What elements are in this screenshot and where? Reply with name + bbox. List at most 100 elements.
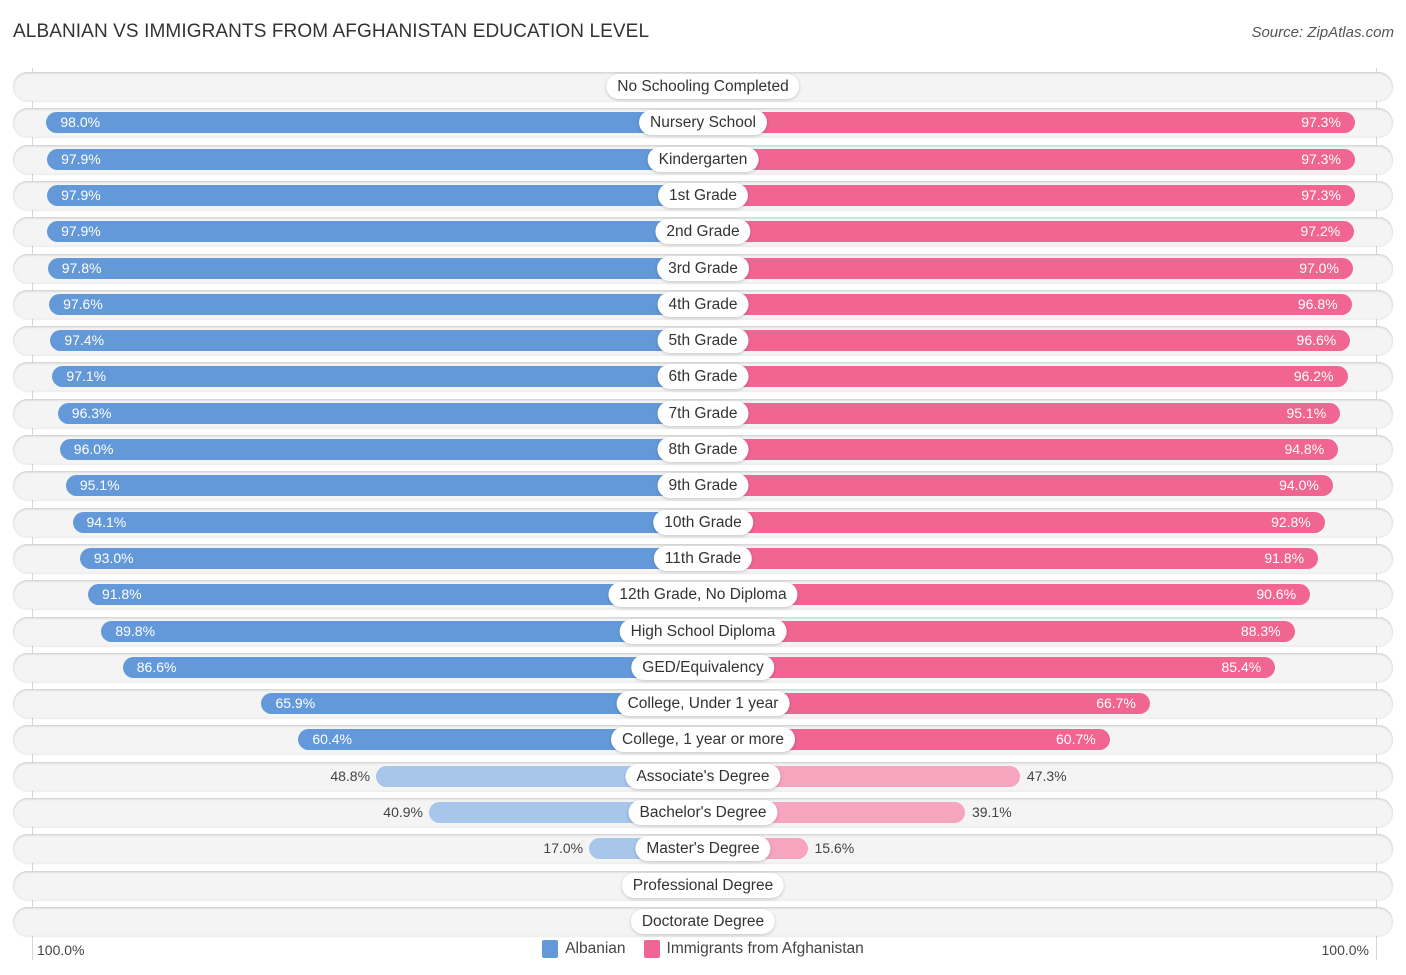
value-label-albanian: 97.9% — [61, 186, 101, 203]
value-label-afghanistan: 97.3% — [1301, 186, 1341, 203]
bar-afghanistan[interactable] — [703, 366, 1348, 388]
bar-afghanistan[interactable] — [703, 475, 1333, 497]
value-label-afghanistan: 60.7% — [1056, 731, 1096, 748]
bar-albanian[interactable] — [65, 475, 703, 497]
bar-afghanistan[interactable] — [703, 184, 1355, 206]
bar-albanian[interactable] — [49, 293, 703, 315]
bar-albanian[interactable] — [59, 439, 703, 460]
bar-afghanistan[interactable] — [703, 439, 1339, 460]
category-label: GED/Equivalency — [631, 654, 775, 680]
category-label: 8th Grade — [657, 437, 749, 462]
value-label-albanian: 96.3% — [71, 404, 112, 421]
bar-afghanistan[interactable] — [703, 257, 1353, 279]
value-label-albanian: 97.6% — [63, 295, 103, 312]
value-label-albanian: 65.9% — [275, 695, 316, 712]
value-label-afghanistan: 97.2% — [1300, 223, 1341, 240]
category-label: 1st Grade — [657, 182, 749, 208]
bar-afghanistan[interactable] — [703, 148, 1355, 170]
value-label-albanian: 93.0% — [93, 549, 134, 566]
value-label-afghanistan: 94.0% — [1279, 477, 1319, 494]
value-label-albanian: 48.8% — [330, 767, 371, 784]
value-label-albanian: 95.1% — [79, 477, 120, 494]
bar-albanian[interactable] — [72, 511, 703, 533]
value-label-albanian: 60.4% — [312, 731, 353, 748]
value-label-albanian: 97.9% — [61, 223, 101, 240]
category-label: College, 1 year or more — [611, 727, 795, 753]
category-label: Professional Degree — [621, 872, 785, 898]
category-label: 3rd Grade — [657, 255, 749, 281]
value-label-albanian: 97.4% — [64, 332, 105, 349]
category-label: 11th Grade — [653, 545, 753, 571]
legend-swatch-afghanistan — [643, 940, 660, 958]
bar-albanian[interactable] — [47, 184, 703, 206]
category-label: 9th Grade — [657, 473, 749, 499]
bar-albanian[interactable] — [79, 547, 703, 569]
bar-albanian[interactable] — [50, 330, 703, 352]
value-label-albanian: 17.0% — [543, 840, 584, 857]
category-label: Doctorate Degree — [630, 908, 776, 934]
value-label-albanian: 40.9% — [383, 804, 423, 820]
bar-albanian[interactable] — [101, 620, 703, 642]
legend-swatch-albanian — [542, 940, 559, 958]
value-label-afghanistan: 39.1% — [971, 804, 1012, 820]
value-label-afghanistan: 94.8% — [1284, 441, 1325, 457]
legend-item-albanian[interactable]: Albanian — [542, 940, 626, 958]
value-label-afghanistan: 97.3% — [1301, 114, 1341, 131]
value-label-albanian: 91.8% — [101, 586, 142, 603]
bar-albanian[interactable] — [47, 257, 703, 279]
bar-albanian[interactable] — [47, 148, 703, 170]
category-label: Master's Degree — [635, 836, 771, 862]
value-label-albanian: 86.6% — [136, 658, 177, 675]
value-label-afghanistan: 90.6% — [1256, 586, 1297, 603]
bar-albanian[interactable] — [52, 366, 703, 388]
category-label: No Schooling Completed — [606, 74, 800, 99]
category-label: Associate's Degree — [625, 763, 781, 789]
value-label-afghanistan: 92.8% — [1271, 513, 1311, 530]
value-label-albanian: 97.1% — [66, 368, 107, 385]
category-label: 4th Grade — [657, 291, 749, 317]
bar-albanian[interactable] — [122, 656, 703, 678]
bar-afghanistan[interactable] — [703, 402, 1341, 424]
legend-label-afghanistan: Immigrants from Afghanistan — [666, 940, 864, 957]
bar-albanian[interactable] — [57, 402, 703, 424]
value-label-afghanistan: 85.4% — [1221, 658, 1262, 675]
category-label: College, Under 1 year — [616, 691, 790, 717]
bar-albanian[interactable] — [46, 112, 703, 134]
chart-area: 2.1%2.7%No Schooling Completed98.0%97.3%… — [0, 0, 1406, 975]
category-label: Kindergarten — [647, 146, 759, 172]
value-label-afghanistan: 47.3% — [1026, 767, 1067, 784]
value-label-albanian: 98.0% — [60, 114, 101, 131]
value-label-albanian: 97.8% — [61, 259, 102, 276]
bar-afghanistan[interactable] — [703, 511, 1325, 533]
legend-item-afghanistan[interactable]: Immigrants from Afghanistan — [643, 940, 864, 958]
value-label-afghanistan: 97.3% — [1301, 150, 1341, 167]
value-label-albanian: 89.8% — [115, 622, 156, 639]
value-label-afghanistan: 96.2% — [1293, 368, 1334, 385]
bar-afghanistan[interactable] — [703, 547, 1319, 569]
value-label-afghanistan: 96.6% — [1296, 332, 1337, 349]
category-label: 12th Grade, No Diploma — [608, 582, 798, 608]
bar-afghanistan[interactable] — [703, 330, 1351, 352]
value-label-afghanistan: 95.1% — [1286, 404, 1327, 421]
category-label: 5th Grade — [657, 328, 749, 354]
bar-afghanistan[interactable] — [703, 221, 1355, 243]
value-label-afghanistan: 97.0% — [1299, 259, 1339, 276]
bar-afghanistan[interactable] — [703, 293, 1352, 315]
value-label-albanian: 96.0% — [73, 441, 114, 457]
category-label: Bachelor's Degree — [628, 800, 778, 825]
category-label: High School Diploma — [619, 618, 787, 644]
legend: Albanian Immigrants from Afghanistan — [0, 940, 1406, 958]
value-label-afghanistan: 96.8% — [1297, 295, 1338, 312]
value-label-afghanistan: 88.3% — [1240, 622, 1281, 639]
value-label-afghanistan: 91.8% — [1264, 549, 1305, 566]
bar-albanian[interactable] — [47, 221, 703, 243]
value-label-albanian: 97.9% — [61, 150, 101, 167]
bar-afghanistan[interactable] — [703, 112, 1355, 134]
category-label: 7th Grade — [657, 400, 749, 426]
category-label: Nursery School — [639, 110, 767, 136]
value-label-albanian: 94.1% — [86, 513, 127, 530]
bar-afghanistan[interactable] — [703, 620, 1295, 642]
category-label: 10th Grade — [653, 509, 753, 535]
bar-afghanistan[interactable] — [703, 656, 1276, 678]
category-label: 6th Grade — [657, 364, 749, 390]
